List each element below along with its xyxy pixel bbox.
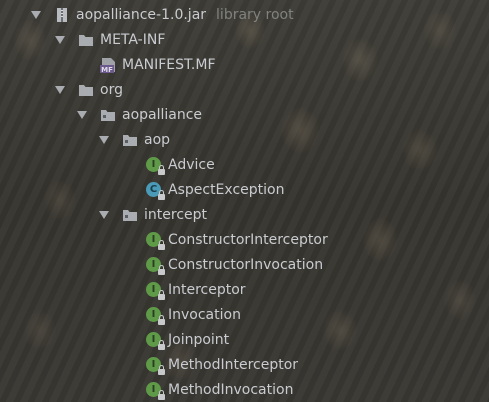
package-icon xyxy=(122,132,138,148)
interface-icon: I xyxy=(146,306,165,325)
tree-node-label: ConstructorInvocation xyxy=(168,256,324,273)
expand-arrow-icon[interactable] xyxy=(76,109,88,121)
manifest-badge-text: MF xyxy=(101,66,113,73)
tree-node-manifest[interactable]: MF MANIFEST.MF xyxy=(0,52,489,77)
lock-icon xyxy=(158,389,165,400)
lock-icon xyxy=(158,189,165,200)
folder-icon xyxy=(78,82,94,98)
manifest-file-icon: MF xyxy=(100,57,116,73)
class-icon: C xyxy=(146,181,165,200)
tree-node-aop[interactable]: aop xyxy=(0,127,489,152)
expand-arrow-icon[interactable] xyxy=(54,84,66,96)
tree-node-label: MethodInterceptor xyxy=(168,356,299,373)
tree-node-interceptor[interactable]: I Interceptor xyxy=(0,277,489,302)
tree-node-constructorinterceptor[interactable]: I ConstructorInterceptor xyxy=(0,227,489,252)
tree-node-invocation[interactable]: I Invocation xyxy=(0,302,489,327)
tree-node-label: aop xyxy=(144,131,171,148)
tree-node-org[interactable]: org xyxy=(0,77,489,102)
tree-node-label: MethodInvocation xyxy=(168,381,294,398)
interface-icon: I xyxy=(146,281,165,300)
tree-node-label: AspectException xyxy=(168,181,285,198)
lock-icon xyxy=(158,289,165,300)
lock-icon xyxy=(158,264,165,275)
interface-icon: I xyxy=(146,231,165,250)
lock-icon xyxy=(158,239,165,250)
tree-node-label: Invocation xyxy=(168,306,241,323)
library-root-hint: library root xyxy=(216,6,294,23)
tree-node-meta-inf[interactable]: META-INF xyxy=(0,27,489,52)
tree-node-advice[interactable]: I Advice xyxy=(0,152,489,177)
interface-icon: I xyxy=(146,256,165,275)
tree-node-methodinterceptor[interactable]: I MethodInterceptor xyxy=(0,352,489,377)
tree-node-label: intercept xyxy=(144,206,207,223)
package-icon xyxy=(100,107,116,123)
tree-node-label: Joinpoint xyxy=(168,331,230,348)
expand-arrow-icon[interactable] xyxy=(30,9,42,21)
lock-icon xyxy=(158,314,165,325)
interface-icon: I xyxy=(146,156,165,175)
tree-node-methodinvocation[interactable]: I MethodInvocation xyxy=(0,377,489,402)
lock-icon xyxy=(158,339,165,350)
tree-node-label: Advice xyxy=(168,156,215,173)
jar-icon xyxy=(54,7,70,23)
tree-node-constructorinvocation[interactable]: I ConstructorInvocation xyxy=(0,252,489,277)
tree-node-intercept[interactable]: intercept xyxy=(0,202,489,227)
tree-node-joinpoint[interactable]: I Joinpoint xyxy=(0,327,489,352)
tree-node-aopalliance[interactable]: aopalliance xyxy=(0,102,489,127)
expand-arrow-icon[interactable] xyxy=(98,209,110,221)
tree-node-label: MANIFEST.MF xyxy=(122,56,216,73)
project-tree: aopalliance-1.0.jar library root META-IN… xyxy=(0,0,489,402)
interface-icon: I xyxy=(146,381,165,400)
package-icon xyxy=(122,207,138,223)
lock-icon xyxy=(158,364,165,375)
tree-node-label: META-INF xyxy=(100,31,166,48)
tree-node-label: Interceptor xyxy=(168,281,246,298)
folder-icon xyxy=(78,32,94,48)
interface-icon: I xyxy=(146,331,165,350)
tree-node-label: ConstructorInterceptor xyxy=(168,231,328,248)
expand-arrow-icon[interactable] xyxy=(54,34,66,46)
tree-node-aspectexception[interactable]: C AspectException xyxy=(0,177,489,202)
tree-node-label: aopalliance xyxy=(122,106,203,123)
tree-node-label: aopalliance-1.0.jar xyxy=(76,6,207,23)
tree-node-label: org xyxy=(100,81,123,98)
interface-icon: I xyxy=(146,356,165,375)
tree-node-root-jar[interactable]: aopalliance-1.0.jar library root xyxy=(0,2,489,27)
lock-icon xyxy=(158,164,165,175)
expand-arrow-icon[interactable] xyxy=(98,134,110,146)
